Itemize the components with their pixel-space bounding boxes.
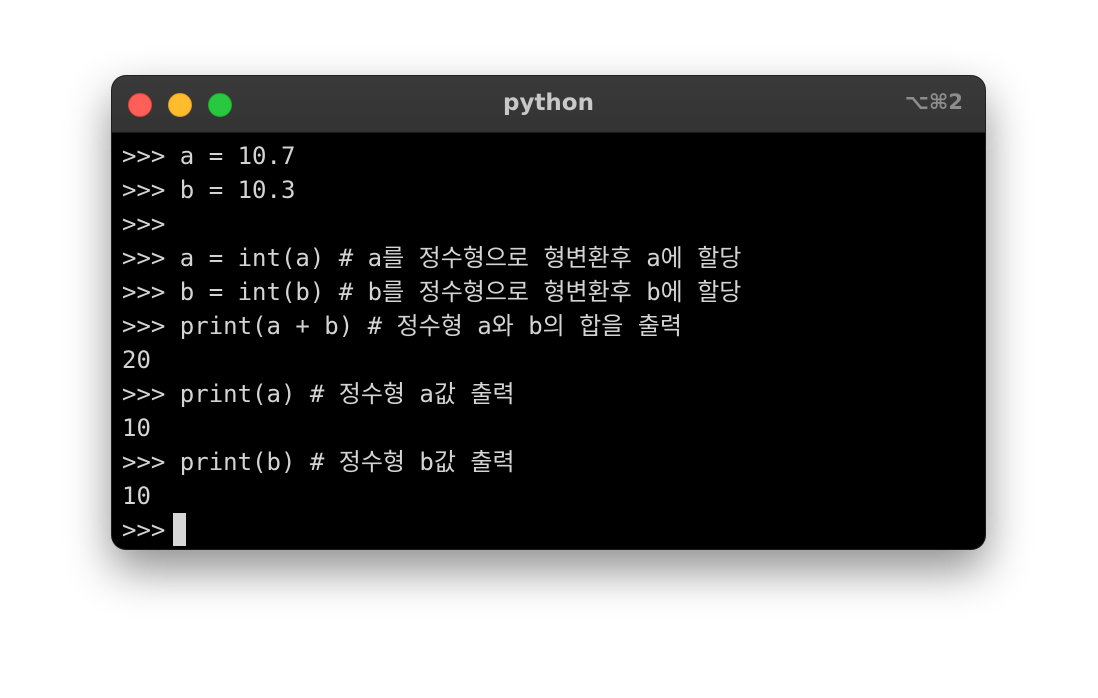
prompt: >>> (122, 312, 180, 340)
line-text: print(a) # 정수형 a값 출력 (179, 380, 515, 408)
prompt: >>> (122, 380, 180, 408)
line-text: print(a + b) # 정수형 a와 b의 합을 출력 (179, 312, 682, 340)
window-shortcut-label: ⌥⌘2 (904, 90, 963, 114)
line-text: 20 (122, 346, 151, 374)
terminal-line: >>> a = int(a) # a를 정수형으로 형변환후 a에 할당 (122, 241, 975, 275)
title-bar[interactable]: python ⌥⌘2 (112, 76, 985, 133)
line-text: print(b) # 정수형 b값 출력 (179, 448, 515, 476)
terminal-line: >>> b = int(b) # b를 정수형으로 형변환후 b에 할당 (122, 275, 975, 309)
prompt: >>> (122, 516, 166, 544)
terminal-line: 10 (122, 411, 975, 445)
prompt: >>> (122, 244, 180, 272)
window-title: python (502, 90, 594, 116)
prompt: >>> (122, 176, 180, 204)
prompt: >>> (122, 448, 180, 476)
line-text: 10 (122, 414, 151, 442)
terminal-line: >>> b = 10.3 (122, 173, 975, 207)
terminal-line: >>> print(a) # 정수형 a값 출력 (122, 377, 975, 411)
terminal-window: python ⌥⌘2 >>> a = 10.7 >>> b = 10.3 >>>… (112, 76, 985, 549)
prompt: >>> (122, 142, 180, 170)
line-text: 10 (122, 482, 151, 510)
prompt: >>> (122, 210, 166, 238)
terminal-line: >>> print(a + b) # 정수형 a와 b의 합을 출력 (122, 309, 975, 343)
terminal-input-line[interactable]: >>> (122, 512, 975, 547)
line-text: a = 10.7 (179, 142, 296, 170)
terminal-line: 20 (122, 343, 975, 377)
line-text: b = int(b) # b를 정수형으로 형변환후 b에 할당 (179, 278, 742, 306)
text-cursor (173, 512, 187, 546)
terminal-line: 10 (122, 479, 975, 513)
prompt: >>> (122, 278, 180, 306)
terminal-line: >>> a = 10.7 (122, 139, 975, 173)
terminal-line: >>> (122, 207, 975, 241)
line-text: b = 10.3 (179, 176, 296, 204)
terminal-output[interactable]: >>> a = 10.7 >>> b = 10.3 >>> >>> a = in… (122, 139, 975, 547)
terminal-line: >>> print(b) # 정수형 b값 출력 (122, 445, 975, 479)
line-text: a = int(a) # a를 정수형으로 형변환후 a에 할당 (179, 244, 742, 272)
